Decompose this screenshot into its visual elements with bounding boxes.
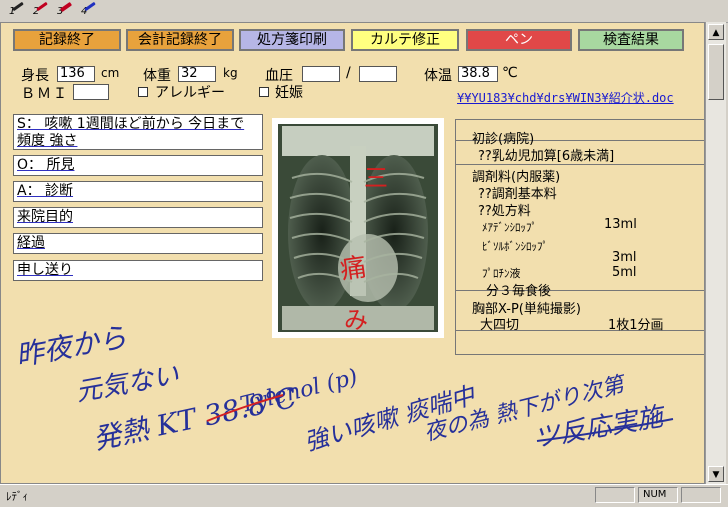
status-bar: ﾚﾃﾞｨ NUM bbox=[0, 484, 728, 507]
pen-3-icon[interactable]: 3 bbox=[54, 1, 76, 20]
status-pane-1 bbox=[595, 487, 635, 503]
pen-1-icon[interactable]: 1 bbox=[6, 1, 28, 20]
pen-toolbar: 1 2 3 4 bbox=[0, 0, 728, 23]
handwriting-strokes bbox=[206, 394, 674, 442]
status-pane-3 bbox=[681, 487, 721, 503]
status-text: ﾚﾃﾞｨ bbox=[6, 490, 28, 503]
scroll-thumb[interactable] bbox=[708, 44, 724, 100]
chart-sheet[interactable]: 記録終了 会計記録終了 処方箋印刷 カルテ修正 ペン 検査結果 身長 136 c… bbox=[0, 22, 705, 484]
vertical-scrollbar[interactable]: ▲ ▼ bbox=[705, 22, 726, 484]
pen-4-icon[interactable]: 4 bbox=[78, 1, 100, 20]
scroll-up-icon[interactable]: ▲ bbox=[708, 24, 724, 40]
pen-2-icon[interactable]: 2 bbox=[30, 1, 52, 20]
scroll-down-icon[interactable]: ▼ bbox=[708, 466, 724, 482]
num-lock-indicator: NUM bbox=[638, 487, 678, 503]
